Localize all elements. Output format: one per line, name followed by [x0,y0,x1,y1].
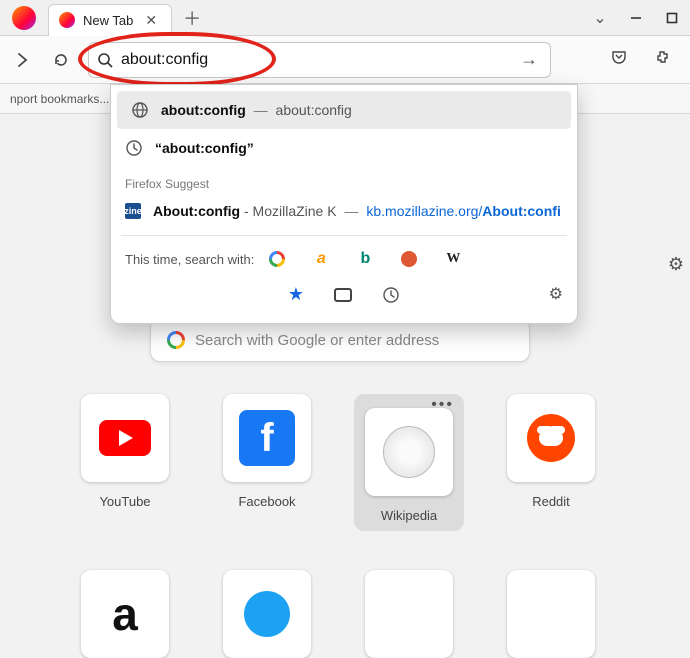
topsite-blank-2[interactable] [496,570,606,658]
suggestion-mozillazine[interactable]: zine About:config - MozillaZine K — kb.m… [111,193,577,229]
bing-icon: b [360,250,370,268]
forward-button[interactable] [6,43,40,77]
suggestion-quoted-text: “about:config” [155,140,254,156]
google-icon [269,251,285,267]
engine-wikipedia[interactable]: W [444,250,462,268]
amazon-icon: a [112,587,138,641]
topsite-label: Wikipedia [381,508,437,523]
suggestion-subtitle: about:config [276,102,352,118]
import-bookmarks-text: nport bookmarks... [10,92,109,106]
facebook-icon: f [239,410,295,466]
window-minimize-button[interactable] [618,4,654,32]
browser-tab[interactable]: New Tab ✕ [48,4,172,36]
new-tab-button[interactable]: ＋ [178,4,206,32]
engine-amazon[interactable]: a [312,250,330,268]
dropdown-settings-button[interactable]: ⚙ [549,284,563,304]
topsite-wikipedia[interactable]: ••• Wikipedia [354,394,464,531]
page-settings-button[interactable]: ⚙ [668,254,684,275]
amazon-icon: a [317,250,326,268]
topsite-label: Reddit [532,494,570,509]
window-maximize-button[interactable] [654,4,690,32]
twitter-icon [244,591,290,637]
tab-close-button[interactable]: ✕ [141,12,161,29]
google-icon [167,331,185,349]
extensions-button[interactable] [646,40,680,74]
url-bar[interactable]: → [88,42,551,78]
history-icon [125,139,143,157]
history-action-icon[interactable] [382,286,400,304]
reddit-icon [527,414,575,462]
tabs-dropdown-button[interactable]: ⌄ [582,4,618,32]
dropdown-actions-row: ★ ⚙ [111,276,577,313]
home-search-placeholder: Search with Google or enter address [195,332,439,349]
pocket-button[interactable] [602,40,636,74]
topsite-facebook[interactable]: f Facebook [212,394,322,531]
wikipedia-icon [383,426,435,478]
tab-title: New Tab [83,13,133,28]
engine-duckduckgo[interactable] [400,250,418,268]
topsite-menu-button[interactable]: ••• [431,396,454,414]
wikipedia-icon: W [446,251,460,267]
topsite-twitter[interactable] [212,570,322,658]
globe-icon [131,101,149,119]
youtube-icon [99,420,151,456]
tab-favicon-icon [59,12,75,28]
topsite-blank-1[interactable] [354,570,464,658]
search-with-label: This time, search with: [125,252,254,267]
top-sites-row: YouTube f Facebook ••• Wikipedia Reddit [70,394,606,531]
firefox-logo-icon [12,6,36,30]
engine-bing[interactable]: b [356,250,374,268]
tab-strip: New Tab ✕ ＋ ⌄ [0,0,690,36]
urlbar-dropdown: about:config — about:config “about:confi… [110,84,578,324]
topsite-reddit[interactable]: Reddit [496,394,606,531]
topsite-label: Facebook [238,494,295,509]
toolbar: → [0,36,690,84]
external-title: About:config [153,203,240,219]
engine-google[interactable] [268,250,286,268]
url-input[interactable] [121,51,508,69]
go-arrow-button[interactable]: → [516,49,542,70]
reload-button[interactable] [44,43,78,77]
mozillazine-favicon-icon: zine [125,203,141,219]
topsite-amazon[interactable]: a [70,570,180,658]
topsite-youtube[interactable]: YouTube [70,394,180,531]
firefox-suggest-header: Firefox Suggest [111,167,577,193]
tabs-action-icon[interactable] [334,288,352,302]
suggestion-about-config[interactable]: about:config — about:config [117,91,571,129]
suggestion-title: about:config [161,102,246,118]
search-engine-row: This time, search with: a b W [111,242,577,276]
search-icon [97,52,113,68]
dropdown-divider [121,235,567,236]
home-search-box[interactable]: Search with Google or enter address [150,318,530,362]
topsite-label: YouTube [99,494,150,509]
suggestion-search-quoted[interactable]: “about:config” [111,129,577,167]
duckduckgo-icon [401,251,417,267]
top-sites-row-2: a [70,570,606,658]
bookmarks-action-icon[interactable]: ★ [288,284,304,305]
